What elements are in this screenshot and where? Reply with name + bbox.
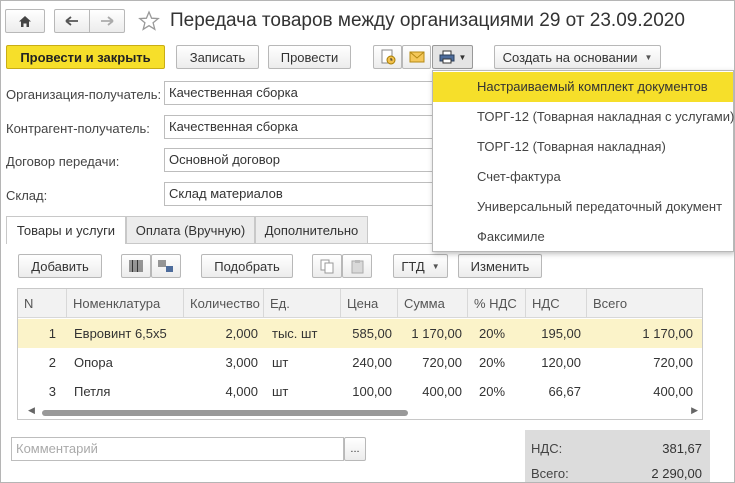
horizontal-scrollbar[interactable]: ◀ ▶ [28, 405, 698, 418]
cell-n: 3 [48, 384, 56, 399]
create-based-on-button[interactable]: Создать на основании ▼ [494, 45, 661, 69]
table-row[interactable]: 3 Петля 4,000 шт 100,00 400,00 20% 66,67… [18, 377, 702, 406]
post-button[interactable]: Провести [268, 45, 351, 69]
cell-item: Петля [74, 384, 111, 399]
cell-item: Евровинт 6,5х5 [74, 326, 167, 341]
chevron-down-icon: ▼ [458, 52, 467, 62]
col-item-header[interactable]: Номенклатура [67, 289, 184, 318]
paste-icon [351, 259, 363, 273]
cell-vat: 120,00 [541, 355, 581, 370]
warehouse-label: Склад: [6, 188, 48, 203]
arrow-left-icon [65, 16, 78, 26]
grand-total-value: 2 290,00 [651, 466, 702, 481]
scroll-right-icon[interactable]: ▶ [691, 405, 698, 416]
transfer-contract-label: Договор передачи: [6, 154, 120, 169]
arrow-right-icon [101, 16, 114, 26]
vat-total-label: НДС: [531, 441, 563, 456]
scanner-icon [158, 260, 173, 272]
scrollbar-thumb[interactable] [42, 410, 408, 416]
cell-vat: 195,00 [541, 326, 581, 341]
menu-item-upd[interactable]: Универсальный передаточный документ [433, 192, 733, 222]
chevron-down-icon: ▼ [431, 261, 440, 271]
table-header: N Номенклатура Количество Ед. Цена Сумма… [18, 289, 702, 318]
pick-button[interactable]: Подобрать [201, 254, 293, 278]
cell-sum: 1 170,00 [411, 326, 462, 341]
recipient-org-field[interactable]: Качественная сборка [164, 81, 439, 105]
cell-n: 1 [48, 326, 56, 341]
menu-item-facsimile[interactable]: Факсимиле [433, 222, 733, 252]
table-row[interactable]: 2 Опора 3,000 шт 240,00 720,00 20% 120,0… [18, 348, 702, 377]
copy-button[interactable] [312, 254, 342, 278]
col-vat-rate-header[interactable]: % НДС [468, 289, 526, 318]
related-docs-button[interactable] [373, 45, 402, 69]
post-and-close-button[interactable]: Провести и закрыть [6, 45, 165, 69]
change-button[interactable]: Изменить [458, 254, 542, 278]
create-based-on-label: Создать на основании [502, 49, 638, 65]
goods-table: N Номенклатура Количество Ед. Цена Сумма… [17, 288, 703, 420]
cell-item: Опора [74, 355, 113, 370]
vat-total-value: 381,67 [662, 441, 702, 456]
col-vat-header[interactable]: НДС [526, 289, 587, 318]
menu-item-torg12-services[interactable]: ТОРГ-12 (Товарная накладная с услугами) [433, 102, 734, 132]
grand-total-label: Всего: [531, 466, 569, 481]
back-button[interactable] [54, 9, 90, 33]
cell-n: 2 [48, 355, 56, 370]
cell-price: 240,00 [352, 355, 392, 370]
scroll-left-icon[interactable]: ◀ [28, 405, 35, 416]
menu-item-custom-kit[interactable]: Настраиваемый комплект документов [433, 72, 733, 102]
transfer-contract-field[interactable]: Основной договор [164, 148, 439, 172]
cell-sum: 720,00 [422, 355, 462, 370]
barcode-icon [129, 260, 143, 272]
comment-placeholder: Комментарий [16, 441, 98, 456]
tab-additional[interactable]: Дополнительно [255, 216, 368, 243]
menu-item-torg12[interactable]: ТОРГ-12 (Товарная накладная) [433, 132, 733, 162]
copy-icon [320, 259, 333, 273]
paste-button[interactable] [342, 254, 372, 278]
cell-vat: 66,67 [548, 384, 581, 399]
barcode-button[interactable] [121, 254, 151, 278]
menu-item-invoice[interactable]: Счет-фактура [433, 162, 733, 192]
forward-button[interactable] [89, 9, 125, 33]
recipient-counterparty-label: Контрагент-получатель: [6, 121, 150, 136]
recipient-counterparty-field[interactable]: Качественная сборка [164, 115, 439, 139]
cell-qty: 4,000 [225, 384, 258, 399]
table-row[interactable]: 1 Евровинт 6,5х5 2,000 тыс. шт 585,00 1 … [18, 319, 702, 348]
warehouse-field[interactable]: Склад материалов [164, 182, 439, 206]
favorite-star-icon[interactable] [138, 10, 160, 32]
save-button[interactable]: Записать [176, 45, 259, 69]
home-button[interactable] [5, 9, 45, 33]
col-sum-header[interactable]: Сумма [398, 289, 468, 318]
cell-total: 720,00 [653, 355, 693, 370]
tab-payment[interactable]: Оплата (Вручную) [126, 216, 255, 243]
scanner-button[interactable] [151, 254, 181, 278]
col-unit-header[interactable]: Ед. [264, 289, 341, 318]
comment-input[interactable]: Комментарий [11, 437, 344, 461]
page-title: Передача товаров между организациями 29 … [170, 10, 685, 31]
document-clock-icon [381, 49, 395, 65]
gtd-label: ГТД [401, 258, 425, 274]
chevron-down-icon: ▼ [644, 52, 653, 62]
envelope-icon [409, 51, 424, 63]
tab-goods-services[interactable]: Товары и услуги [6, 216, 126, 244]
cell-price: 100,00 [352, 384, 392, 399]
cell-qty: 3,000 [225, 355, 258, 370]
col-qty-header[interactable]: Количество [184, 289, 264, 318]
cell-total: 400,00 [653, 384, 693, 399]
print-button[interactable]: ▼ [432, 45, 473, 69]
print-menu: Настраиваемый комплект документов ТОРГ-1… [432, 70, 734, 252]
comment-expand-button[interactable]: ... [344, 437, 366, 461]
col-total-header[interactable]: Всего [587, 289, 702, 318]
gtd-button[interactable]: ГТД ▼ [393, 254, 448, 278]
home-icon [19, 15, 31, 27]
cell-sum: 400,00 [422, 384, 462, 399]
cell-total: 1 170,00 [642, 326, 693, 341]
cell-price: 585,00 [352, 326, 392, 341]
recipient-org-label: Организация-получатель: [6, 87, 162, 102]
cell-qty: 2,000 [225, 326, 258, 341]
col-price-header[interactable]: Цена [341, 289, 398, 318]
add-button[interactable]: Добавить [18, 254, 102, 278]
col-n-header[interactable]: N [18, 289, 67, 318]
email-button[interactable] [402, 45, 431, 69]
printer-icon [439, 50, 455, 64]
